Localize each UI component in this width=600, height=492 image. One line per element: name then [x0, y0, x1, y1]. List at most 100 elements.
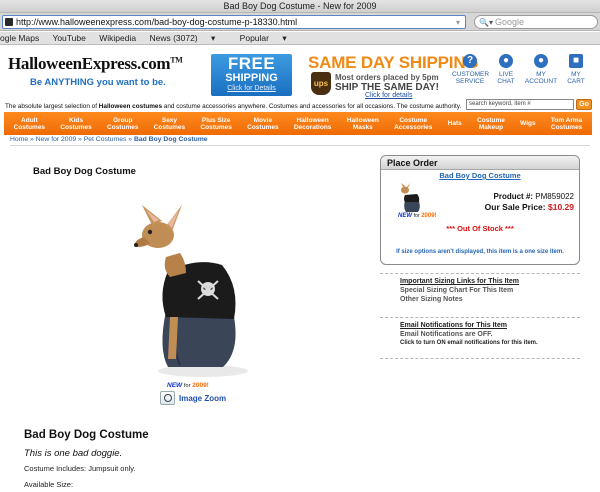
nav-adult-costumes[interactable]: Adult Costumes	[14, 117, 45, 131]
free-shipping-line2: SHIPPING	[225, 72, 278, 84]
stock-status: *** Out Of Stock ***	[446, 224, 514, 233]
nav-costume-makeup[interactable]: Costume Makeup	[477, 117, 505, 131]
for-label: for	[413, 213, 420, 219]
bookmarks-bar: ogle Maps YouTube Wikipedia News (3072) …	[0, 32, 600, 45]
nav-sublabel: Costumes	[247, 123, 279, 131]
breadcrumb-pet-costumes[interactable]: Pet Costumes	[84, 136, 127, 143]
nav-sublabel: Makeup	[478, 123, 504, 131]
product-title: Bad Boy Dog Costume	[33, 166, 136, 177]
nav-sublabel: Costumes	[107, 123, 139, 131]
nav-wigs[interactable]: Wigs	[520, 120, 535, 127]
breadcrumb-home[interactable]: Home	[10, 136, 28, 143]
live-chat-label2: CHAT	[497, 78, 515, 85]
nav-costume-accessories[interactable]: Costume Accessories	[394, 117, 432, 131]
url-bar[interactable]: http://www.halloweenexpress.com/bad-boy-…	[2, 15, 466, 29]
my-cart-label1: MY	[571, 71, 581, 78]
site-logo[interactable]: HalloweenExpress.comTM	[8, 54, 183, 74]
divider	[380, 273, 580, 274]
nav-sexy-costumes[interactable]: Sexy Costumes	[154, 117, 185, 131]
free-shipping-banner[interactable]: FREE SHIPPING Click for Details	[211, 54, 292, 96]
nav-label: Movie	[253, 116, 273, 124]
year-label: 2009!	[192, 382, 209, 389]
new-for-2009-badge: NEW for 2009!	[167, 382, 209, 389]
nav-label: Sexy	[161, 116, 178, 124]
bookmark-news[interactable]: News (3072) ▾	[149, 33, 226, 43]
my-account-link[interactable]: ● MY ACCOUNT	[523, 54, 559, 85]
divider	[10, 145, 590, 146]
site-search-go-button[interactable]: Go	[576, 99, 592, 110]
window-title: Bad Boy Dog Costume - New for 2009	[0, 0, 600, 13]
favicon-icon	[5, 18, 13, 26]
email-notifications-title[interactable]: Email Notifications for This Item	[400, 321, 538, 330]
same-day-details-link[interactable]: Click for details	[365, 92, 412, 99]
email-notifications: Email Notifications for This Item Email …	[400, 321, 538, 348]
chevron-down-icon: ▾	[211, 33, 216, 43]
breadcrumb-current[interactable]: Bad Boy Dog Costume	[134, 136, 208, 143]
bookmark-google-maps[interactable]: ogle Maps	[0, 33, 39, 43]
order-product-link[interactable]: Bad Boy Dog Costume	[381, 171, 579, 180]
nav-label: Costume	[399, 116, 428, 124]
for-label: for	[183, 383, 191, 389]
url-dropdown-icon[interactable]: ▾	[453, 18, 463, 27]
sale-price-label: Our Sale Price:	[484, 202, 546, 212]
breadcrumb-separator: »	[76, 136, 84, 143]
browser-search-input[interactable]: 🔍▾ Google	[474, 15, 598, 29]
email-notifications-toggle-link[interactable]: Click to turn ON email notifications for…	[400, 339, 538, 348]
product-heading: Bad Boy Dog Costume	[24, 429, 149, 441]
tagline-pre: The absolute largest selection of	[5, 103, 99, 110]
nav-label: Group	[113, 116, 133, 124]
chat-people-icon: ●	[499, 54, 513, 68]
nav-sublabel: Decorations	[293, 123, 332, 131]
special-sizing-chart-link[interactable]: Special Sizing Chart For This Item	[400, 286, 519, 295]
breadcrumb: Home » New for 2009 » Pet Costumes » Bad…	[10, 136, 208, 143]
live-chat-label1: LIVE	[498, 71, 514, 78]
url-text: http://www.halloweenexpress.com/bad-boy-…	[16, 17, 298, 27]
nav-tom-arma-costumes[interactable]: Tom Arma Costumes	[551, 117, 582, 131]
bookmark-youtube[interactable]: YouTube	[52, 33, 85, 43]
nav-plus-size-costumes[interactable]: Plus Size Costumes	[200, 117, 231, 131]
divider	[380, 358, 580, 359]
my-cart-link[interactable]: ■ MY CART	[558, 54, 594, 85]
product-image[interactable]	[128, 199, 270, 379]
breadcrumb-new-for-2009[interactable]: New for 2009	[36, 136, 76, 143]
nav-label: Halloween	[346, 116, 379, 124]
nav-sublabel: Costumes	[550, 123, 583, 131]
user-icon: ●	[534, 54, 548, 68]
sizing-links-title[interactable]: Important Sizing Links for This Item	[400, 277, 519, 286]
nav-halloween-masks[interactable]: Halloween Masks	[347, 117, 379, 131]
breadcrumb-separator: »	[126, 136, 134, 143]
my-cart-label2: CART	[567, 78, 585, 85]
other-sizing-notes-link[interactable]: Other Sizing Notes	[400, 295, 519, 304]
place-order-panel: Place Order Bad Boy Dog Costume NEW for …	[380, 155, 580, 265]
new-label: NEW	[398, 213, 412, 219]
nav-label: Kids	[69, 116, 84, 124]
site-search-input[interactable]: search keyword, item #	[466, 99, 574, 110]
nav-sublabel: Costumes	[200, 123, 232, 131]
address-toolbar: http://www.halloweenexpress.com/bad-boy-…	[0, 13, 600, 31]
search-engine-icon[interactable]: 🔍▾	[479, 17, 493, 29]
bookmark-popular[interactable]: Popular ▾	[240, 33, 298, 43]
free-shipping-details-link[interactable]: Click for Details	[211, 84, 292, 94]
customer-service-label2: SERVICE	[455, 78, 485, 85]
image-zoom-link[interactable]: Image Zoom	[179, 394, 226, 403]
nav-halloween-decorations[interactable]: Halloween Decorations	[294, 117, 332, 131]
year-label: 2009!	[421, 213, 437, 219]
nav-sublabel: Costumes	[153, 123, 186, 131]
site-tagline: The absolute largest selection of Hallow…	[5, 103, 461, 110]
live-chat-link[interactable]: ● LIVE CHAT	[488, 54, 524, 85]
nav-kids-costumes[interactable]: Kids Costumes	[60, 117, 91, 131]
magnifier-icon[interactable]	[160, 391, 175, 405]
order-product-thumbnail[interactable]	[398, 183, 424, 213]
customer-service-link[interactable]: ? CUSTOMER SERVICE	[452, 54, 489, 85]
bookmark-wikipedia[interactable]: Wikipedia	[99, 33, 136, 43]
product-number: Product #: PM859022	[494, 192, 575, 201]
new-label: NEW	[167, 382, 183, 389]
breadcrumb-separator: »	[28, 136, 36, 143]
nav-movie-costumes[interactable]: Movie Costumes	[247, 117, 278, 131]
nav-hats[interactable]: Hats	[448, 120, 462, 127]
nav-label: Halloween	[296, 116, 329, 124]
nav-group-costumes[interactable]: Group Costumes	[107, 117, 138, 131]
nav-sublabel: Masks	[352, 123, 373, 131]
tagline-post: and costume accessories anywhere. Costum…	[162, 103, 462, 110]
logo-text: HalloweenExpress.com	[8, 54, 171, 73]
